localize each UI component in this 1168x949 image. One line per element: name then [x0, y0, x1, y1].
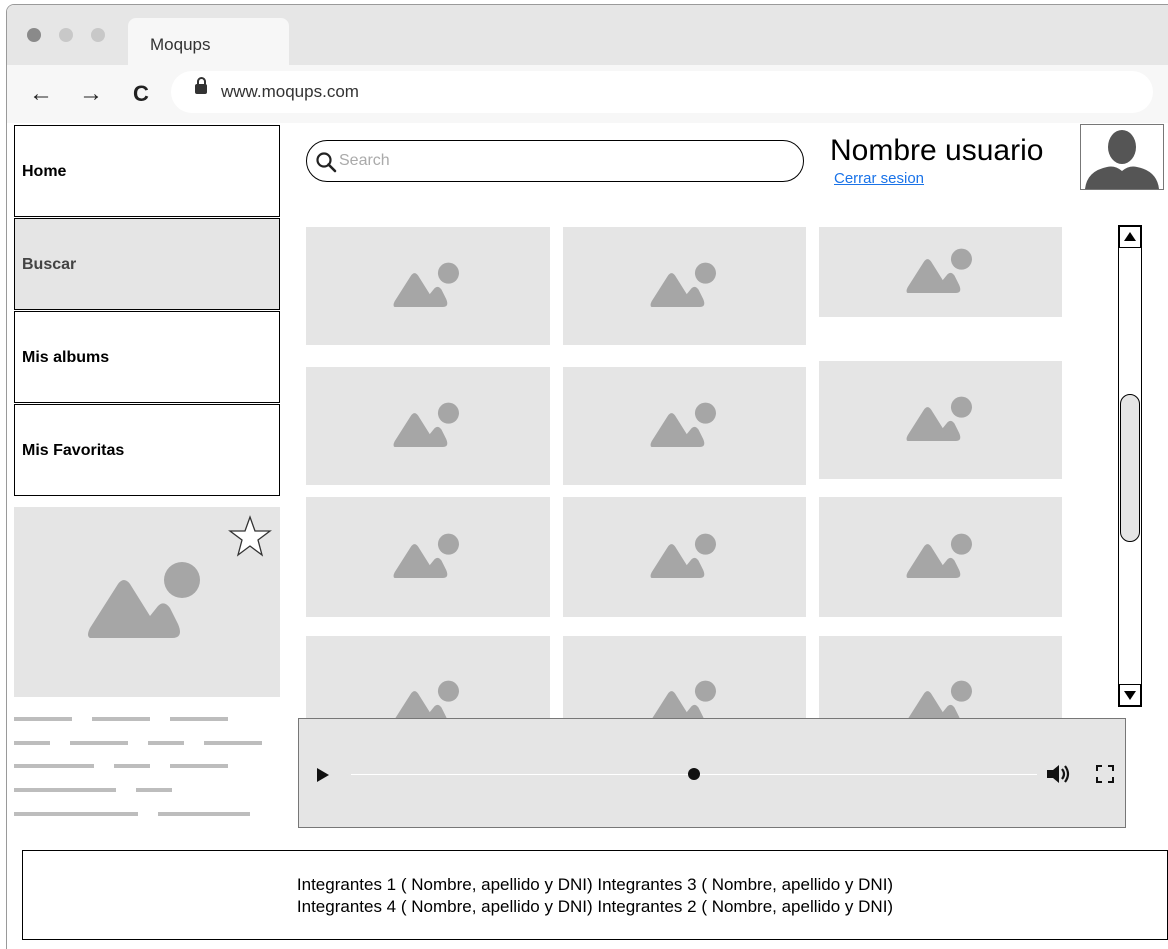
minimize-window-button[interactable] [59, 28, 73, 42]
grid-thumbnail[interactable] [306, 227, 550, 345]
vertical-scrollbar[interactable] [1118, 225, 1142, 707]
navigation-bar: ← → C www.moqups.com [7, 65, 1168, 123]
address-url: www.moqups.com [221, 82, 359, 101]
grid-thumbnail[interactable] [563, 497, 806, 617]
close-window-button[interactable] [27, 28, 41, 42]
image-placeholder-icon [651, 680, 716, 718]
image-placeholder-icon [393, 262, 459, 308]
featured-image[interactable] [14, 507, 280, 697]
grid-thumbnail[interactable] [563, 227, 806, 345]
progress-fill [351, 774, 694, 775]
grid-thumbnail[interactable] [563, 367, 806, 485]
grid-thumbnail[interactable] [819, 636, 1062, 718]
image-placeholder-icon [395, 680, 459, 718]
sidebar-item-home[interactable]: Home [14, 125, 280, 217]
browser-tab[interactable]: Moqups [128, 18, 289, 66]
footer-line-1: Integrantes 1 ( Nombre, apellido y DNI) … [296, 875, 894, 894]
grid-thumbnail[interactable] [563, 636, 806, 718]
search-placeholder: Search [339, 152, 390, 169]
image-placeholder-icon [650, 533, 716, 579]
logout-link[interactable]: Cerrar sesion [834, 170, 924, 187]
sidebar-item-label: Home [22, 163, 67, 180]
progress-handle[interactable] [688, 768, 700, 780]
grid-thumbnail[interactable] [306, 497, 550, 617]
media-player [298, 718, 1126, 828]
star-icon[interactable] [228, 515, 272, 557]
reload-icon[interactable]: C [133, 81, 149, 107]
triangle-down-icon [1124, 691, 1136, 700]
forward-arrow-icon[interactable]: → [79, 81, 103, 107]
title-bar: Moqups [7, 5, 1168, 66]
scroll-down-button[interactable] [1119, 684, 1141, 706]
scrollbar-thumb[interactable] [1120, 394, 1140, 542]
image-placeholder-icon [88, 562, 200, 638]
footer-credits: Integrantes 1 ( Nombre, apellido y DNI) … [22, 850, 1168, 940]
sidebar-item-label: Buscar [22, 256, 77, 273]
footer-line-2: Integrantes 4 ( Nombre, apellido y DNI) … [296, 897, 894, 916]
lock-icon [195, 77, 207, 94]
image-placeholder-icon [650, 262, 716, 308]
image-placeholder-icon [906, 533, 972, 579]
search-input[interactable]: Search [306, 140, 804, 182]
grid-thumbnail[interactable] [306, 636, 550, 718]
image-placeholder-icon [906, 248, 972, 294]
user-silhouette-icon [1085, 130, 1159, 189]
scroll-up-button[interactable] [1119, 226, 1141, 248]
image-placeholder-icon [393, 533, 459, 579]
sidebar-item-mis-albums[interactable]: Mis albums [14, 311, 280, 403]
maximize-window-button[interactable] [91, 28, 105, 42]
avatar[interactable] [1080, 124, 1164, 190]
play-icon[interactable] [315, 767, 331, 783]
image-placeholder-icon [907, 680, 972, 718]
triangle-up-icon [1124, 232, 1136, 241]
tab-title: Moqups [150, 35, 211, 54]
grid-thumbnail[interactable] [306, 367, 550, 485]
sidebar-item-label: Mis albums [22, 349, 110, 366]
user-name: Nombre usuario [830, 134, 1044, 167]
image-placeholder-icon [906, 396, 972, 442]
grid-thumbnail[interactable] [819, 497, 1062, 617]
image-placeholder-icon [393, 402, 459, 448]
sidebar-item-label: Mis Favoritas [22, 442, 125, 459]
search-icon [316, 152, 337, 173]
sidebar-item-mis-favoritas[interactable]: Mis Favoritas [14, 404, 280, 496]
grid-thumbnail[interactable] [819, 361, 1062, 479]
image-placeholder-icon [650, 402, 716, 448]
sidebar-item-buscar[interactable]: Buscar [14, 218, 280, 310]
address-bar[interactable]: www.moqups.com [171, 71, 1153, 113]
volume-icon[interactable] [1045, 763, 1073, 785]
grid-thumbnail[interactable] [819, 227, 1062, 317]
back-arrow-icon[interactable]: ← [29, 81, 53, 107]
fullscreen-icon[interactable] [1096, 765, 1114, 783]
